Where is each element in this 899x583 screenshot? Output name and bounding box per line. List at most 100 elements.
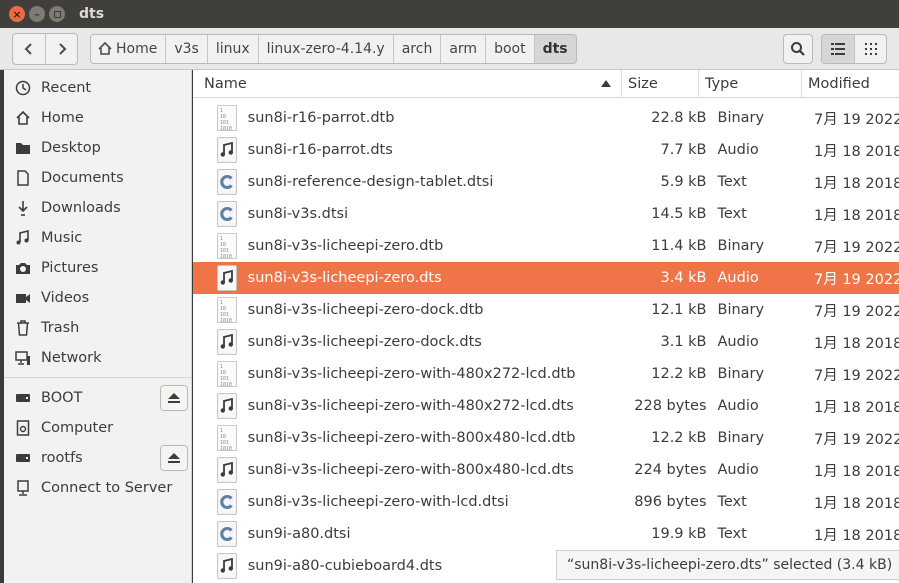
sidebar-separator [4,377,191,378]
file-type: Text [717,494,747,510]
eject-boot-button[interactable] [160,385,188,411]
file-modified: 1月 18 2018 [814,399,899,416]
table-row[interactable]: sun8i-v3s-licheepi-zero-with-800x480-lcd… [193,454,899,486]
file-size: 3.4 kB [660,270,707,286]
column-header-modified[interactable]: Modified [801,70,899,98]
table-row[interactable]: 1 10 101 1010 sun8i-v3s-licheepi-zero-dock.d… [193,294,899,326]
column-header-type[interactable]: Type [698,70,801,98]
audio-file-icon [216,457,238,483]
file-name: sun8i-v3s.dtsi [247,206,349,222]
maximize-window-button[interactable] [49,6,65,22]
sidebar-item-computer[interactable]: Computer [4,413,191,443]
sidebar-item-trash[interactable]: Trash [4,313,191,343]
file-type: Audio [717,270,759,286]
file-modified: 7月 19 2022 [814,271,899,288]
file-name: sun9i-a80.dtsi [247,526,351,542]
file-type: Text [717,526,747,542]
file-type: Audio [717,142,759,158]
audio-file-icon [216,553,238,579]
table-row[interactable]: sun8i-reference-design-tablet.dtsi 5.9 kB… [193,166,899,198]
grid-view-icon [864,43,877,55]
breadcrumb-linux[interactable]: linux [206,34,258,63]
sidebar-item-connect-to-server[interactable]: Connect to Server [4,473,191,503]
eject-rootfs-button[interactable] [160,445,188,471]
table-row[interactable]: 1 10 101 1010 sun8i-v3s-licheepi-zero-with-4… [193,358,899,390]
sidebar-item-label: Recent [41,80,92,96]
file-name: sun8i-r16-parrot.dts [247,142,393,158]
binary-file-icon: 1 10 101 1010 [216,233,238,260]
maximize-icon [53,10,61,18]
table-row[interactable]: 1 10 101 1010 sun8i-v3s-licheepi-zero-with-8… [193,422,899,454]
sidebar-item-music[interactable]: Music [4,223,191,253]
sidebar-item-pictures[interactable]: Pictures [4,253,191,283]
sidebar-item-boot[interactable]: BOOT [4,383,191,413]
sidebar-item-rootfs[interactable]: rootfs [4,443,191,473]
c-source-file-icon [216,169,238,195]
file-size: 11.4 kB [651,238,707,254]
file-size: 7.7 kB [660,142,707,158]
breadcrumb-arch[interactable]: arch [392,34,441,63]
table-row[interactable]: sun9i-a80.dtsi 19.9 kB Text 1月 18 2018 [193,518,899,550]
sidebar-item-network[interactable]: Network [4,343,191,373]
file-name: sun8i-v3s-licheepi-zero-with-480x272-lcd… [247,366,576,382]
audio-file-icon [216,137,238,163]
column-header-size[interactable]: Size [621,70,698,98]
breadcrumb-v3s[interactable]: v3s [165,34,207,63]
sidebar-item-videos[interactable]: Videos [4,283,191,313]
table-row[interactable]: 1 10 101 1010 sun8i-r16-parrot.dtb 22.8 kB Bin… [193,102,899,134]
table-row[interactable]: sun8i-v3s-licheepi-zero-with-480x272-lcd… [193,390,899,422]
breadcrumb-arm[interactable]: arm [440,34,485,63]
breadcrumb-dts[interactable]: dts [533,34,576,63]
sidebar-item-downloads[interactable]: Downloads [4,193,191,223]
column-headers: Name Size Type Modified [193,70,899,98]
file-modified: 1月 18 2018 [814,495,899,512]
sidebar-item-label: Network [41,350,102,366]
c-source-file-icon [216,521,238,547]
sidebar-item-documents[interactable]: Documents [4,163,191,193]
breadcrumb-boot[interactable]: boot [485,34,534,63]
binary-file-icon: 1 10 101 1010 [216,425,238,452]
list-view-button[interactable] [822,35,854,63]
breadcrumb-linux-zero[interactable]: linux-zero-4.14.y [257,34,393,63]
breadcrumb-home[interactable]: Home [91,35,165,63]
computer-icon [14,419,32,437]
view-mode-switcher [821,34,887,64]
clock-icon [14,79,32,97]
file-size: 14.5 kB [651,206,707,222]
minimize-window-button[interactable]: – [29,6,45,22]
table-row[interactable]: sun8i-v3s-licheepi-zero-dock.dts 3.1 kB Au… [193,326,899,358]
trash-icon [14,319,32,337]
sidebar-item-label: Connect to Server [41,480,173,496]
grid-view-button[interactable] [854,35,886,63]
sidebar-item-home[interactable]: Home [4,103,191,133]
back-button[interactable] [13,34,45,64]
window-titlebar: × – dts [0,0,899,28]
file-size: 3.1 kB [660,334,707,350]
table-row[interactable]: sun8i-r16-parrot.dts 7.7 kB Audio 1月 18 201… [193,134,899,166]
search-button[interactable] [783,34,813,64]
column-header-label: Name [204,76,247,92]
sidebar-item-recent[interactable]: Recent [4,73,191,103]
camera-icon [14,259,32,277]
file-size: 12.2 kB [651,430,707,446]
chevron-left-icon [24,42,32,55]
c-source-file-icon [216,201,238,227]
table-row[interactable]: sun8i-v3s.dtsi 14.5 kB Text 1月 18 2018 [193,198,899,230]
file-type: Binary [717,110,765,126]
close-window-button[interactable]: × [9,6,25,22]
forward-button[interactable] [45,33,77,64]
folder-icon [14,139,32,157]
file-name: sun8i-v3s-licheepi-zero-with-480x272-lcd… [247,398,574,414]
file-name: sun8i-v3s-licheepi-zero-dock.dts [247,334,482,350]
file-name: sun8i-r16-parrot.dtb [247,110,395,126]
table-row[interactable]: 1 10 101 1010 sun8i-v3s-licheepi-zero.dtb 11.… [193,230,899,262]
file-name: sun8i-v3s-licheepi-zero.dts [247,270,442,286]
table-row[interactable]: sun8i-v3s-licheepi-zero-with-lcd.dtsi 896… [193,486,899,518]
table-row[interactable]: sun8i-v3s-licheepi-zero.dts 3.4 kB Audio 7月… [193,262,899,294]
file-modified: 1月 18 2018 [814,463,899,480]
document-icon [14,169,32,187]
file-size: 224 bytes [634,462,707,478]
column-header-name[interactable]: Name [193,70,621,98]
file-type: Audio [717,398,759,414]
sidebar-item-desktop[interactable]: Desktop [4,133,191,163]
